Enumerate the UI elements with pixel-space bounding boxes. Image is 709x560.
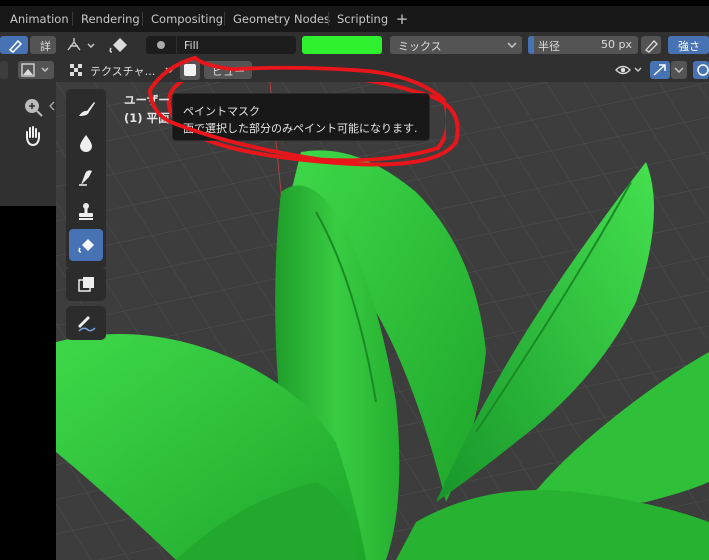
brush-selector[interactable]: Fill bbox=[146, 36, 296, 54]
tool-smear[interactable] bbox=[69, 161, 103, 193]
tool-mask[interactable] bbox=[69, 269, 103, 301]
tooltip-description: 面で選択した部分のみペイント可能になります. bbox=[183, 122, 418, 135]
mask-icon bbox=[78, 277, 94, 292]
gizmo-icon bbox=[653, 64, 666, 76]
tool-annotate[interactable] bbox=[69, 307, 103, 339]
editor-type-dropdown[interactable] bbox=[18, 61, 54, 79]
tool-clone[interactable] bbox=[69, 195, 103, 227]
fill-bucket-icon bbox=[109, 38, 127, 53]
pen-pressure-icon bbox=[645, 40, 658, 53]
tab-separator bbox=[224, 12, 225, 26]
overlay-toggle[interactable] bbox=[693, 61, 709, 79]
chevron-down-icon bbox=[507, 42, 517, 48]
symmetry-icon bbox=[67, 38, 95, 51]
edit-mode-button[interactable] bbox=[0, 36, 28, 54]
strength-slider[interactable]: 強さ bbox=[668, 36, 709, 54]
hand-icon bbox=[26, 126, 40, 147]
tab-compositing[interactable]: Compositing bbox=[146, 10, 228, 28]
detail-button[interactable]: 詳 bbox=[30, 36, 56, 54]
view-menu[interactable]: ビュー bbox=[204, 61, 252, 79]
tool-shelf bbox=[66, 89, 106, 269]
3d-viewport[interactable]: ユーザー (1) 平面 bbox=[56, 82, 709, 560]
viewport-header: テクスチャ… ビュー bbox=[0, 58, 709, 82]
left-empty-area bbox=[0, 206, 56, 560]
hand-button[interactable] bbox=[22, 124, 44, 148]
left-editor-panel bbox=[0, 82, 56, 206]
pen-icon bbox=[8, 39, 23, 53]
image-editor-icon bbox=[21, 63, 49, 77]
chevron-down-icon bbox=[674, 67, 684, 73]
radius-label: 半径 bbox=[538, 40, 560, 53]
zoom-button[interactable] bbox=[22, 96, 44, 118]
zoom-icon bbox=[25, 99, 43, 117]
checker-icon bbox=[70, 64, 82, 76]
tooltip: ペイントマスク 面で選択した部分のみペイント可能になります. bbox=[172, 93, 430, 141]
tab-scripting[interactable]: Scripting bbox=[332, 10, 393, 28]
pressure-radius-toggle[interactable] bbox=[641, 36, 661, 54]
add-workspace-button[interactable]: + bbox=[393, 9, 411, 29]
tab-animation[interactable]: Animation bbox=[5, 10, 74, 28]
workspace-tabs: Animation Rendering Compositing Geometry… bbox=[0, 6, 709, 32]
tab-rendering[interactable]: Rendering bbox=[76, 10, 145, 28]
soften-icon bbox=[80, 135, 92, 152]
color-swatch[interactable] bbox=[302, 36, 382, 54]
blend-mode-dropdown[interactable]: ミックス bbox=[390, 36, 522, 54]
symmetry-dropdown[interactable] bbox=[64, 36, 98, 54]
chevron-down-icon bbox=[165, 67, 175, 73]
clone-icon bbox=[79, 203, 93, 220]
collapse-arrow-icon[interactable] bbox=[48, 100, 56, 112]
texture-mode-label: テクスチャ… bbox=[90, 65, 156, 78]
tab-geometry-nodes[interactable]: Geometry Nodes bbox=[228, 10, 335, 28]
annotate-icon bbox=[78, 316, 96, 332]
brush-sphere-icon bbox=[157, 41, 165, 49]
annotate-shelf bbox=[66, 306, 106, 340]
view-name: ユーザー bbox=[124, 93, 170, 107]
tab-separator bbox=[72, 12, 73, 26]
brush-fill-icon-button[interactable] bbox=[106, 34, 132, 56]
visibility-dropdown[interactable] bbox=[614, 61, 644, 79]
radius-slider[interactable]: 半径 50 px bbox=[528, 36, 638, 54]
paint-mask-icon bbox=[184, 64, 196, 76]
eye-icon bbox=[615, 65, 642, 75]
tool-shelf-mask-slot bbox=[66, 269, 106, 301]
fill-icon bbox=[78, 239, 94, 253]
draw-brush-icon bbox=[79, 102, 95, 116]
tool-draw[interactable] bbox=[69, 93, 103, 125]
gizmo-dropdown[interactable] bbox=[671, 61, 687, 79]
radius-fill bbox=[528, 36, 534, 54]
smear-icon bbox=[79, 170, 92, 186]
viewport-scene bbox=[56, 82, 709, 560]
tool-settings-header: 詳 Fill ミックス 半径 50 px 強さ bbox=[0, 32, 709, 58]
view-menu-label: ビュー bbox=[212, 65, 245, 78]
paint-mask-toggle[interactable] bbox=[180, 60, 200, 80]
strength-label: 強さ bbox=[678, 40, 700, 53]
tab-separator bbox=[328, 12, 329, 26]
tool-soften[interactable] bbox=[69, 127, 103, 159]
gizmo-toggle[interactable] bbox=[650, 61, 670, 79]
tool-fill[interactable] bbox=[69, 229, 103, 261]
object-info: (1) 平面 bbox=[124, 111, 170, 125]
radius-value: 50 px bbox=[601, 38, 632, 51]
texture-mode-dropdown[interactable]: テクスチャ… bbox=[66, 61, 176, 79]
brush-divider bbox=[176, 36, 177, 54]
left-header-stub bbox=[0, 61, 8, 79]
overlay-icon bbox=[697, 64, 709, 76]
tab-separator bbox=[142, 12, 143, 26]
brush-name[interactable]: Fill bbox=[184, 39, 199, 52]
blend-mode-value: ミックス bbox=[398, 40, 442, 53]
tooltip-title: ペイントマスク bbox=[183, 105, 260, 118]
detail-label: 詳 bbox=[40, 40, 51, 53]
